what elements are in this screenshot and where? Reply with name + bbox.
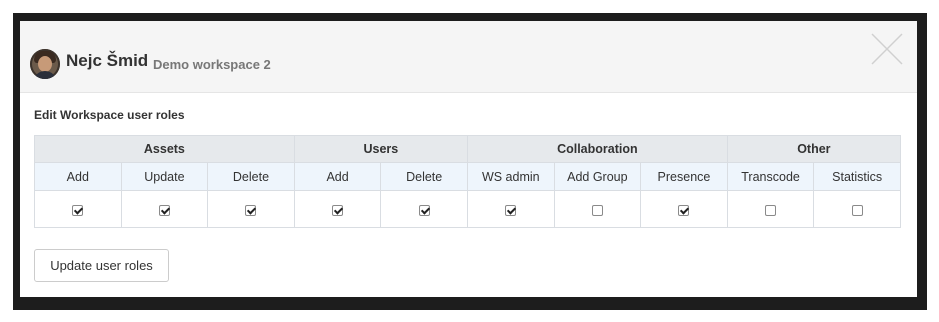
- checkbox-assets-delete[interactable]: [245, 204, 257, 216]
- checkbox-assets-add[interactable]: [72, 204, 84, 216]
- column-header: Presence: [640, 162, 728, 191]
- group-header-users: Users: [293, 135, 468, 163]
- update-user-roles-button[interactable]: Update user roles: [34, 249, 169, 282]
- checkbox-statistics[interactable]: [851, 204, 863, 216]
- column-header: Transcode: [726, 162, 815, 191]
- column-header: Add: [34, 162, 122, 191]
- checkbox-assets-update[interactable]: [158, 204, 170, 216]
- checkbox-add-group[interactable]: [591, 204, 603, 216]
- column-header: Delete: [207, 162, 295, 191]
- group-header-collaboration: Collaboration: [466, 135, 728, 163]
- group-header-assets: Assets: [34, 135, 295, 163]
- checkbox-presence[interactable]: [678, 204, 690, 216]
- column-header: WS admin: [466, 162, 555, 191]
- edit-roles-modal: Nejc Šmid Demo workspace 2 Edit Workspac…: [20, 21, 917, 297]
- column-header: Add Group: [553, 162, 642, 191]
- section-title: Edit Workspace user roles: [34, 108, 185, 122]
- checkbox-transcode[interactable]: [765, 204, 777, 216]
- roles-table: Assets Users Collaboration Other Add Upd…: [34, 135, 902, 228]
- checkbox-users-delete[interactable]: [418, 204, 430, 216]
- close-button[interactable]: [871, 33, 903, 65]
- column-header: Update: [120, 162, 209, 191]
- close-icon: [871, 33, 903, 65]
- checkbox-users-add[interactable]: [332, 204, 344, 216]
- checkbox-ws-admin[interactable]: [505, 204, 517, 216]
- modal-header: Nejc Šmid Demo workspace 2: [20, 21, 917, 93]
- column-header: Delete: [380, 162, 468, 191]
- user-name: Nejc Šmid: [66, 51, 149, 70]
- group-header-other: Other: [726, 135, 902, 163]
- avatar: [30, 49, 60, 79]
- workspace-name: Demo workspace 2: [153, 57, 271, 72]
- column-header: Statistics: [813, 162, 901, 191]
- column-header: Add: [293, 162, 382, 191]
